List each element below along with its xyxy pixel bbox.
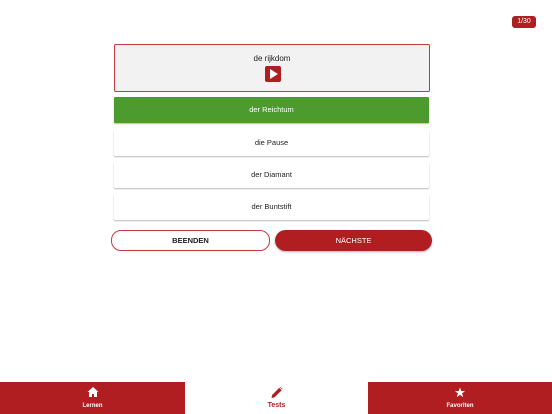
tab-label: Favoriten [446,403,474,409]
play-icon [270,69,278,79]
star-icon [454,387,466,398]
home-icon [87,387,98,397]
question-card: de rijkdom [114,44,430,92]
tab-tests[interactable]: Tests [185,382,368,414]
play-audio-button[interactable] [265,66,281,82]
answer-option-1[interactable]: der Reichtum [114,97,429,123]
answer-option-3[interactable]: der Diamant [114,162,429,188]
tab-favoriten[interactable]: Favoriten [368,382,552,414]
tab-label: Lernen [82,403,103,409]
end-button[interactable]: BEENDEN [111,230,270,251]
pencil-icon [271,387,282,398]
tab-lernen[interactable]: Lernen [0,382,185,414]
question-word: de rijkdom [253,54,291,63]
progress-badge: 1/30 [512,16,536,28]
bottom-tab-bar: Lernen Tests Favoriten [0,382,552,414]
tab-label: Tests [267,402,286,409]
next-button[interactable]: NÄCHSTE [275,230,432,251]
answer-option-4[interactable]: der Buntstift [114,194,429,220]
answer-option-2[interactable]: die Pause [114,130,429,156]
